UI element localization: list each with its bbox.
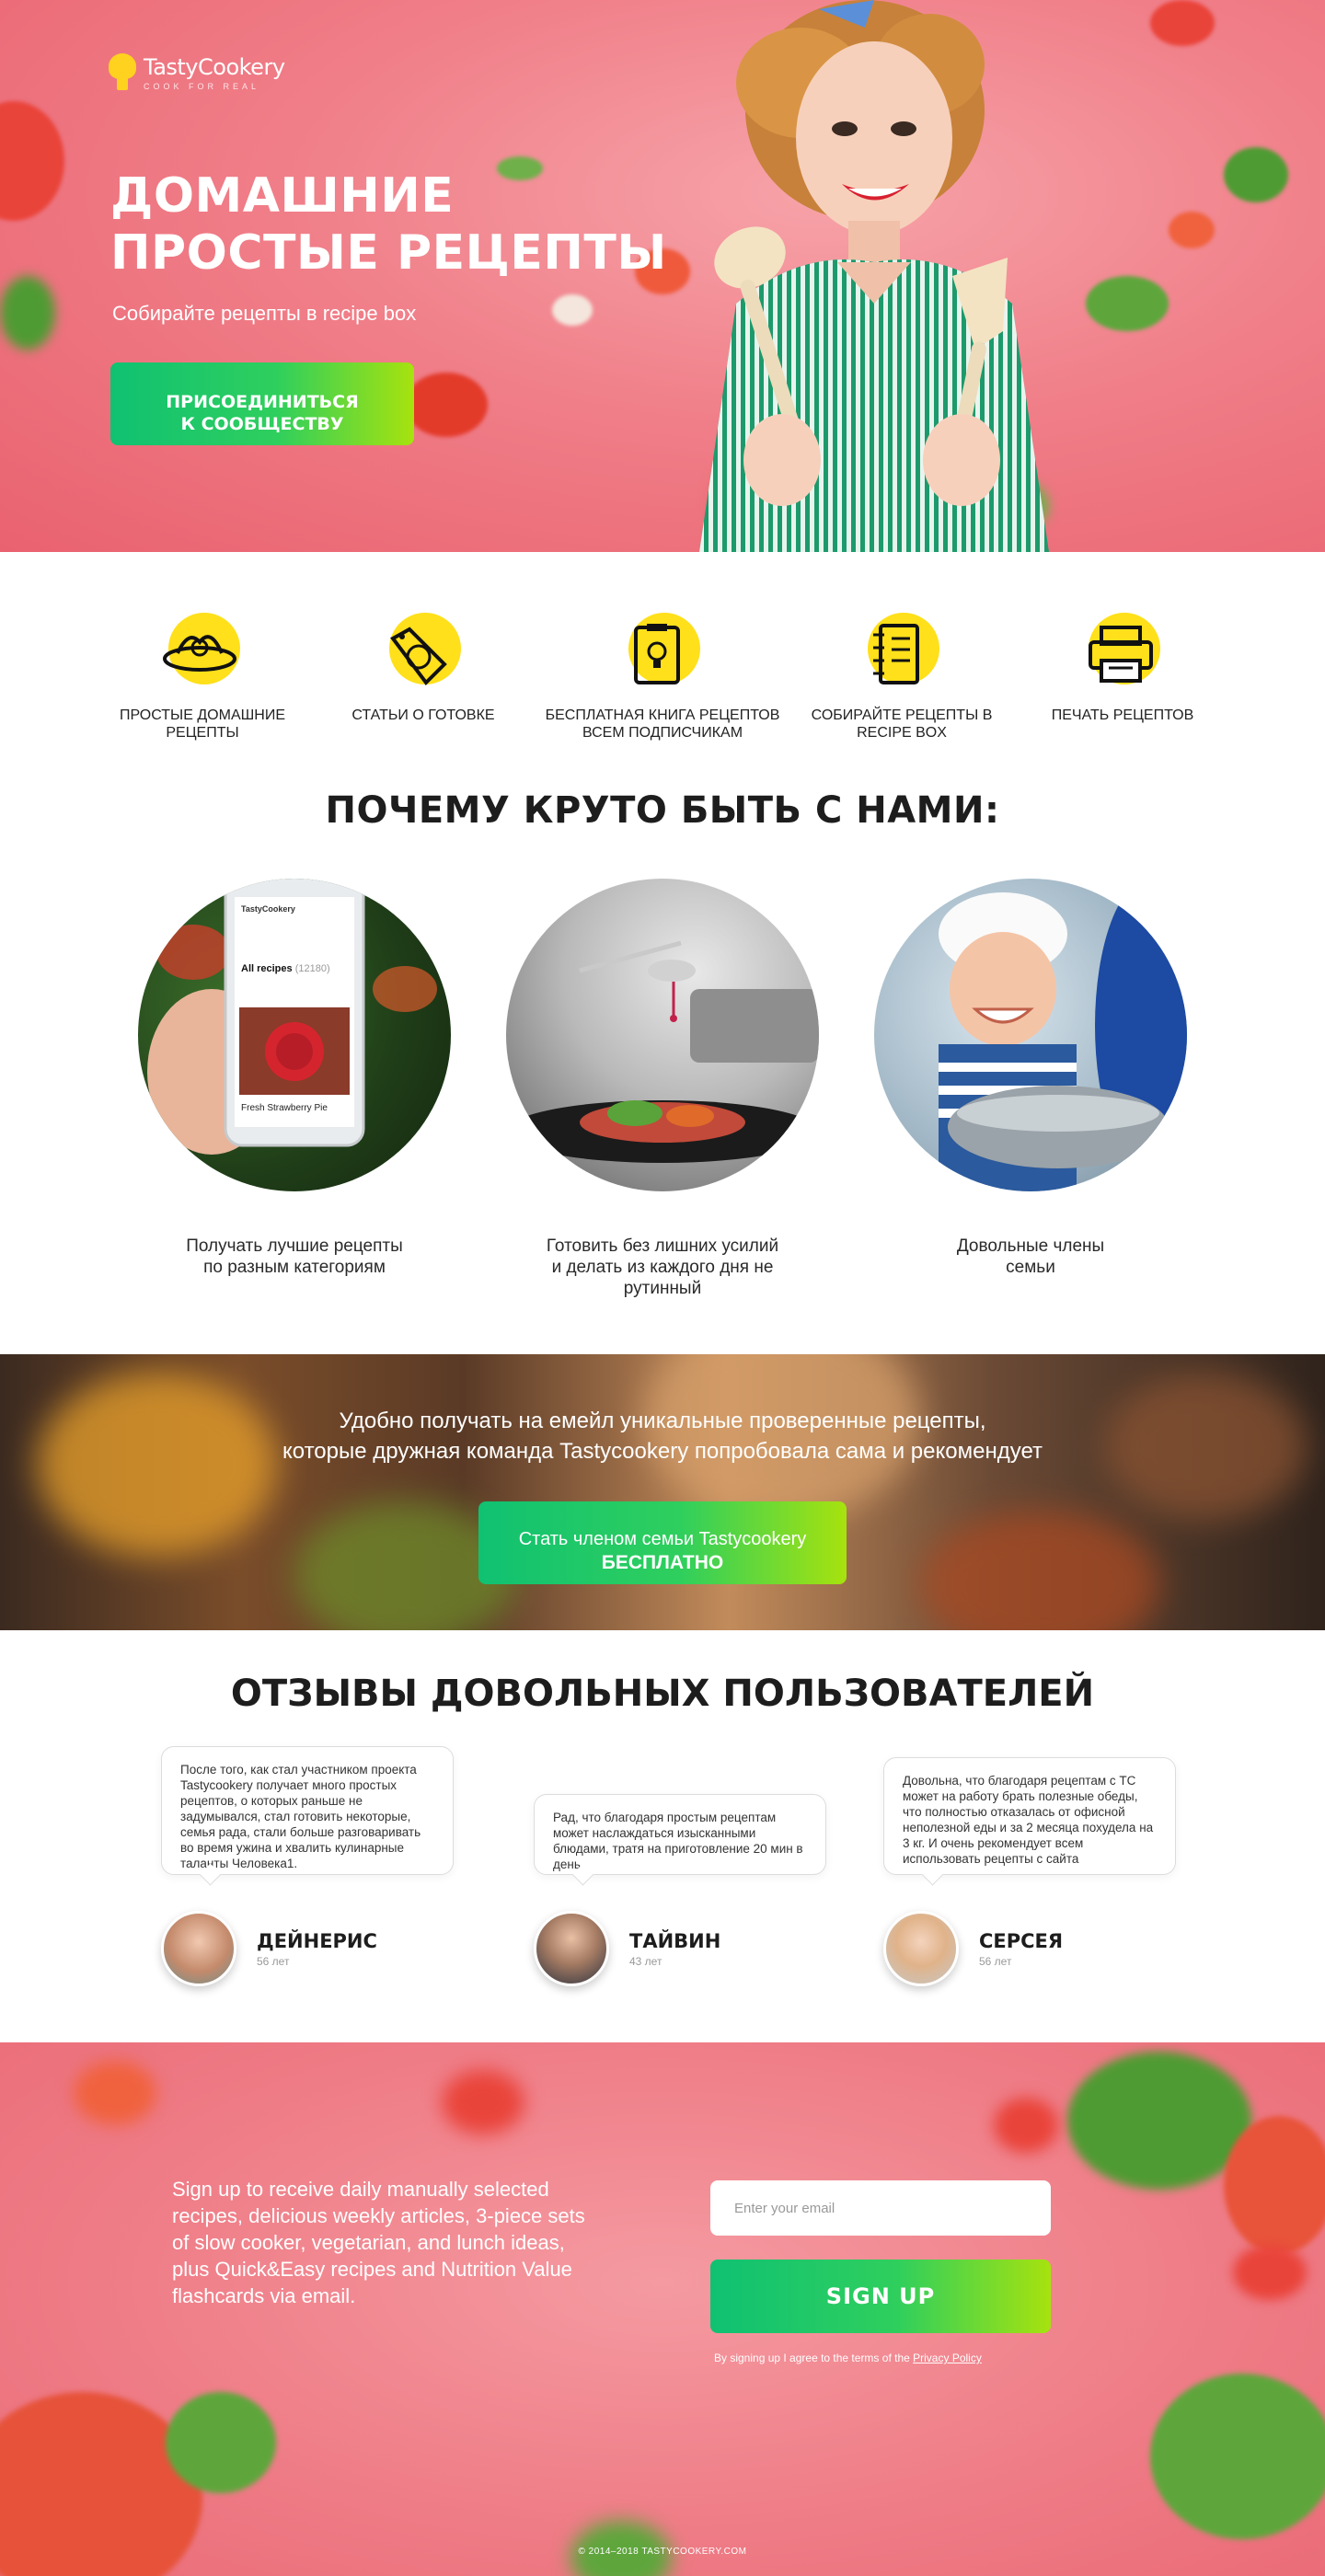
plated-dish-photo — [506, 879, 819, 1191]
reviewer-name: ДЕЙНЕРИС — [257, 1929, 377, 1952]
phone-brand: TastyCookery — [241, 904, 295, 914]
why-caption: Готовить без лишних усилий и делать из к… — [546, 1236, 779, 1298]
feature-articles[interactable]: СТАТЬИ О ГОТОВКЕ — [313, 552, 534, 773]
reviewer-2: ТАЙВИН 43 лет — [534, 1911, 720, 1986]
avatar — [161, 1911, 236, 1986]
feature-label: СТАТЬИ О ГОТОВКЕ — [351, 707, 495, 723]
idea-clipboard-icon — [612, 607, 713, 690]
reviewer-name: СЕРСЕЯ — [979, 1929, 1064, 1952]
why-caption: Получать лучшие рецепты по разным катего… — [186, 1236, 403, 1277]
feature-print[interactable]: ПЕЧАТЬ РЕЦЕПТОВ — [1012, 552, 1233, 773]
banner-text: Удобно получать на емейл уникальные пров… — [282, 1409, 1043, 1464]
why-item-recipes: TastyCookery All recipes (12180) Fresh S… — [129, 879, 460, 1278]
copyright: © 2014–2018 TASTYCOOKERY.COM — [578, 2547, 747, 2557]
subscribe-banner: Удобно получать на емейл уникальные пров… — [0, 1354, 1325, 1630]
brand-name: TastyCookery — [144, 54, 285, 80]
signup-description: Sign up to receive daily manually select… — [172, 2178, 585, 2307]
why-item-family: Довольные члены семьи — [865, 879, 1196, 1278]
feature-label: ПЕЧАТЬ РЕЦЕПТОВ — [1051, 707, 1194, 723]
reviewer-age: 56 лет — [979, 1954, 1012, 1968]
kid-chef-photo — [874, 879, 1187, 1191]
hero-woman-illustration — [699, 0, 1049, 552]
phone-heading: All recipes (12180) — [241, 963, 330, 974]
features-row: ПРОСТЫЕ ДОМАШНИЕ РЕЦЕПТЫ СТАТЬИ О ГОТОВК… — [0, 552, 1325, 773]
join-community-button[interactable]: ПРИСОЕДИНИТЬСЯ К СООБЩЕСТВУ — [110, 362, 414, 445]
why-caption: Довольные члены семьи — [956, 1236, 1105, 1277]
why-section-title: ПОЧЕМУ КРУТО БЫТЬ С НАМИ: — [325, 789, 1000, 832]
email-field[interactable] — [710, 2180, 1051, 2236]
pepper-decoration — [405, 373, 488, 437]
reviewer-name: ТАЙВИН — [629, 1929, 721, 1952]
pasta-plate-icon — [152, 607, 253, 690]
tomato-decoration — [0, 101, 64, 221]
hero-subtitle: Собирайте рецепты в recipe box — [112, 302, 417, 325]
herb-decoration — [0, 276, 55, 350]
printer-icon — [1072, 607, 1173, 690]
why-item-cooking: Готовить без лишних усилий и делать из к… — [497, 879, 828, 1299]
phone-dish-name: Fresh Strawberry Pie — [241, 1103, 328, 1113]
why-section: TastyCookery All recipes (12180) Fresh S… — [0, 879, 1325, 1302]
avatar — [883, 1911, 959, 1986]
join-button-line2: К СООБЩЕСТВУ — [180, 414, 344, 434]
herb-decoration — [1224, 147, 1288, 202]
hero-title: ДОМАШНИЕ ПРОСТЫЕ РЕЦЕПТЫ — [110, 168, 667, 281]
terms-text: By signing up I agree to the terms of th… — [714, 2352, 982, 2364]
hero-section: TastyCookery COOK FOR REAL ДОМАШНИЕ ПРОС… — [0, 0, 1325, 552]
reviewer-age: 56 лет — [257, 1954, 290, 1968]
feature-label: БЕСПЛАТНАЯ КНИГА РЕЦЕПТОВ ВСЕМ ПОДПИСЧИК… — [545, 707, 780, 741]
feature-label: ПРОСТЫЕ ДОМАШНИЕ РЕЦЕПТЫ — [119, 707, 285, 741]
chef-hat-icon — [109, 53, 136, 94]
notebook-icon — [851, 607, 952, 690]
join-button-line1: ПРИСОЕДИНИТЬСЯ — [166, 392, 359, 412]
feature-label: СОБИРАЙТЕ РЕЦЕПТЫ В RECIPE BOX — [811, 707, 993, 741]
reviewer-3: СЕРСЕЯ 56 лет — [883, 1911, 1063, 1986]
signup-section: Sign up to receive daily manually select… — [0, 2042, 1325, 2576]
feature-simple-recipes[interactable]: ПРОСТЫЕ ДОМАШНИЕ РЕЦЕПТЫ — [92, 552, 313, 773]
reviewer-age: 43 лет — [629, 1954, 662, 1968]
brand-logo[interactable]: TastyCookery COOK FOR REAL — [109, 53, 285, 94]
become-member-button[interactable]: Стать членом семьи Tastycookery БЕСПЛАТН… — [478, 1501, 847, 1584]
brand-tagline: COOK FOR REAL — [144, 82, 260, 91]
avatar — [534, 1911, 609, 1986]
reviewer-1: ДЕЙНЕРИС 56 лет — [161, 1911, 377, 1986]
privacy-policy-link[interactable]: Privacy Policy — [913, 2352, 982, 2364]
phone-photo: TastyCookery All recipes (12180) Fresh S… — [138, 879, 451, 1191]
review-bubble-2: Рад, что благодаря простым рецептам може… — [534, 1794, 826, 1875]
feature-free-book[interactable]: БЕСПЛАТНАЯ КНИГА РЕЦЕПТОВ ВСЕМ ПОДПИСЧИК… — [534, 552, 791, 773]
sign-up-button[interactable]: SIGN UP — [710, 2260, 1051, 2333]
mushroom-decoration — [552, 294, 593, 326]
tomato-decoration — [1169, 212, 1215, 248]
tomato-decoration — [1150, 0, 1215, 46]
feature-recipe-box[interactable]: СОБИРАЙТЕ РЕЦЕПТЫ В RECIPE BOX — [791, 552, 1012, 773]
review-bubble-1: После того, как стал участником проекта … — [161, 1746, 454, 1875]
tomato-tag-icon — [373, 607, 474, 690]
reviews-title: ОТЗЫВЫ ДОВОЛЬНЫХ ПОЛЬЗОВАТЕЛЕЙ — [230, 1673, 1095, 1715]
review-bubble-3: Довольна, что благодаря рецептам с ТС мо… — [883, 1757, 1176, 1875]
